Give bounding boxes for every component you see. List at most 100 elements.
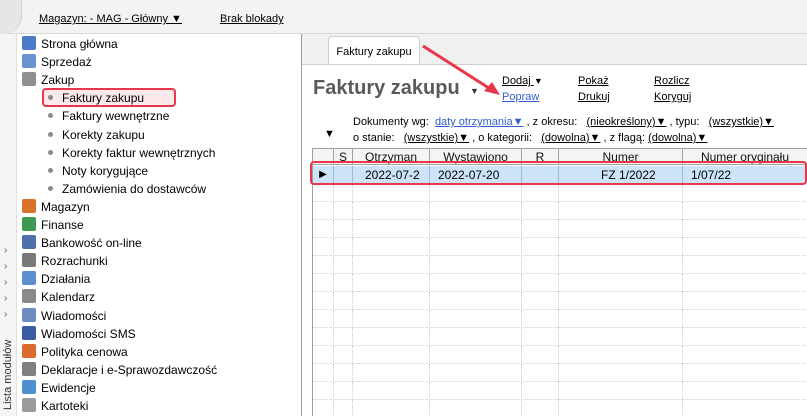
sidebar-item-label: Wiadomości SMS [41,326,136,341]
table-cell [683,310,807,328]
sidebar-item-label: Rozrachunki [41,254,108,269]
table-cell [353,292,430,310]
table-cell [683,184,807,202]
sidebar-item[interactable]: Kartoteki [22,397,88,415]
lock-status-link[interactable]: Brak blokady [220,13,284,25]
table-cell [683,292,807,310]
sidebar-item[interactable]: Kalendarz [22,288,95,306]
state-select[interactable]: (wszystkie)▼ [404,132,469,144]
sidebar-item[interactable]: Finanse [22,216,84,234]
table-row [313,382,807,400]
sidebar-item[interactable]: Faktury zakupu [42,88,176,108]
dodaj-button[interactable]: Dodaj ▼ [502,75,543,87]
table-row [313,310,807,328]
filter-row-1: Dokumenty wg: daty otrzymania▼ , z okres… [353,116,774,128]
sidebar-item[interactable]: Korekty faktur wewnętrznych [48,144,215,162]
table-row [313,274,807,292]
table-cell [559,400,683,416]
sidebar-item[interactable]: Faktury wewnętrzne [48,107,169,125]
sidebar-item[interactable]: Rozrachunki [22,252,108,270]
sidebar-item[interactable]: Magazyn [22,198,90,216]
table-cell [334,364,353,382]
type-label: , typu: [669,116,700,128]
row-pointer-icon [313,274,334,292]
sidebar-item[interactable]: Wiadomości SMS [22,325,136,343]
category-select[interactable]: (dowolna)▼ [541,132,600,144]
tab-faktury-zakupu[interactable]: Faktury zakupu [328,36,420,64]
sidebar-item-label: Bankowość on-line [41,236,142,251]
sidebar-item-label: Noty korygujące [62,163,149,178]
sidebar-item[interactable]: Działania [22,270,90,288]
files-icon [22,398,36,412]
table-row [313,346,807,364]
sidebar-item[interactable]: Deklaracje i e-Sprawozdawczość [22,361,217,379]
sidebar-item[interactable]: Wiadomości [22,307,106,325]
flag-select[interactable]: (dowolna)▼ [648,132,707,144]
sidebar-item[interactable]: Zakup [22,71,74,89]
sidebar-item[interactable]: Korekty zakupu [48,126,145,144]
table-cell [559,328,683,346]
koryguj-button[interactable]: Koryguj [654,91,691,103]
row-pointer-icon [313,382,334,400]
documents-by-label: Dokumenty wg: [353,116,429,128]
sidebar-item[interactable]: Bankowość on-line [22,234,142,252]
table-cell [334,202,353,220]
sales-icon [22,54,36,69]
period-select[interactable]: (nieokreślony)▼ [586,116,666,128]
table-cell [430,400,522,416]
sidebar-item[interactable]: Zamówienia do dostawców [48,180,206,198]
type-select[interactable]: (wszystkie)▼ [709,116,774,128]
table-cell [430,202,522,220]
chevron-right-icon[interactable]: › [4,246,7,256]
popraw-button[interactable]: Popraw [502,91,539,103]
sidebar-item[interactable]: Noty korygujące [48,162,148,180]
sidebar-item[interactable]: Sprzedaż [22,53,92,71]
title-dropdown-icon[interactable]: ▼ [470,86,479,96]
finance-icon [22,217,36,231]
chevron-right-icon[interactable]: › [4,294,7,304]
table-cell [353,256,430,274]
bullet-icon [48,185,53,191]
table-row [313,184,807,202]
sidebar-item-label: Kalendarz [41,290,96,305]
row-pointer-icon [313,202,334,220]
table-cell [430,364,522,382]
table-cell [559,382,683,400]
pokaz-button[interactable]: Pokaż [578,75,609,87]
table-cell [353,400,430,416]
table-cell [559,274,683,292]
table-cell [683,202,807,220]
warehouse-label: Magazyn: - MAG - Główny [39,13,168,25]
chevron-right-icon[interactable]: › [4,278,7,288]
drukuj-button[interactable]: Drukuj [578,91,610,103]
warehouse-icon [22,198,36,213]
sidebar-item-label: Magazyn [41,199,90,214]
pricing-icon [22,343,36,358]
declarations-icon [22,361,36,376]
chevron-right-icon[interactable]: › [4,310,7,320]
table-cell [522,202,559,220]
chevron-right-icon[interactable]: › [4,262,7,272]
dropdown-arrow-icon: ▼ [533,76,543,86]
warehouse-selector[interactable]: Magazyn: - MAG - Główny ▼ [39,13,182,25]
rozlicz-button[interactable]: Rozlicz [654,75,689,87]
top-bar-corner [0,0,22,34]
table-row [313,400,807,416]
sort-toggle-icon[interactable]: ▼ [324,128,335,140]
table-row [313,364,807,382]
table-cell [334,328,353,346]
messages-icon [22,307,36,322]
sidebar-item[interactable]: Polityka cenowa [22,343,128,361]
sidebar-item[interactable]: Ewidencje [22,379,96,397]
sidebar-item[interactable]: Strona główna [22,35,118,53]
documents-by-select[interactable]: daty otrzymania▼ [435,116,524,128]
table-cell [559,184,683,202]
sidebar-item-label: Działania [41,272,91,287]
row-pointer-icon [313,346,334,364]
module-list-strip[interactable]: › › › › › Lista modułów [0,34,17,416]
table-cell [522,328,559,346]
sidebar-item-label: Ewidencje [41,380,96,395]
sms-icon [22,325,36,340]
table-cell [334,220,353,238]
table-cell [334,400,353,416]
